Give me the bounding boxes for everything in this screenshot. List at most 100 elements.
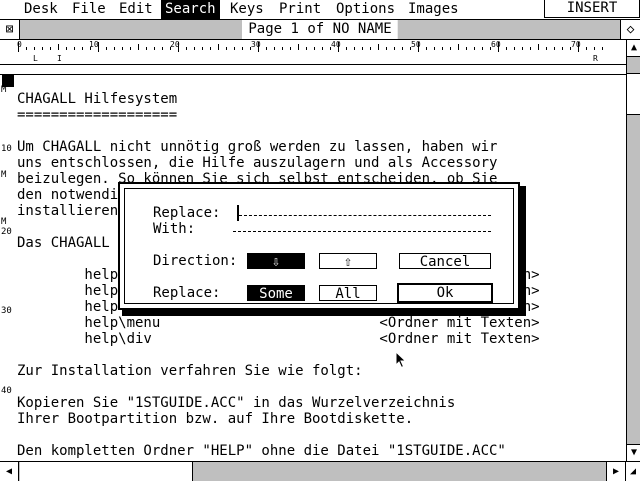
horizontal-scrollbar[interactable]: ◀ ▶ ◢	[0, 461, 640, 481]
ruler-tick	[570, 47, 571, 50]
document-line[interactable]: Ihrer Bootpartition bzw. auf Ihre Bootdi…	[17, 411, 413, 427]
menu-print[interactable]: Print	[275, 0, 325, 19]
fullscreen-icon[interactable]: ◇	[620, 20, 640, 39]
ruler-tick	[114, 47, 115, 50]
menu-images[interactable]: Images	[404, 0, 463, 19]
ruler-tick	[282, 47, 283, 50]
document-line[interactable]: help\menu <Ordner mit Texten>	[17, 315, 539, 331]
ruler-tick	[162, 47, 163, 50]
document-line[interactable]: ===================	[17, 107, 177, 123]
ruler-tick	[138, 44, 139, 50]
close-icon[interactable]: ⊠	[0, 20, 20, 39]
ruler-tick	[426, 47, 427, 50]
document-line[interactable]: Zur Installation verfahren Sie wie folgt…	[17, 363, 363, 379]
ruler-tick	[450, 47, 451, 50]
replace-input[interactable]	[239, 215, 491, 216]
ruler-tick	[178, 42, 179, 52]
mouse-pointer-icon	[395, 351, 407, 369]
ruler-tick	[442, 47, 443, 50]
menu-desk[interactable]: Desk	[20, 0, 62, 19]
replace-some-button[interactable]: Some	[247, 285, 305, 302]
ruler-tick	[498, 42, 499, 52]
menu-search[interactable]: Search	[161, 0, 220, 19]
horizontal-scroll-thumb[interactable]	[20, 462, 193, 481]
ruler-tick	[330, 47, 331, 50]
gutter-label: 20	[1, 227, 12, 237]
ruler-tick	[306, 47, 307, 50]
menu-edit[interactable]: Edit	[115, 0, 157, 19]
ruler-tick	[42, 47, 43, 50]
ruler-tick	[74, 47, 75, 50]
ruler-tick	[402, 47, 403, 50]
replace-all-button[interactable]: All	[319, 285, 377, 302]
indent-marker[interactable]: I	[57, 54, 62, 64]
ruler-tick	[578, 42, 579, 52]
ruler-tick	[562, 47, 563, 50]
document-line[interactable]: Um CHAGALL nicht unnötig groß werden zu …	[17, 139, 497, 155]
ruler-tick	[186, 47, 187, 50]
replace-label: Replace:	[153, 205, 221, 221]
ruler-divider	[0, 64, 626, 65]
menu-options[interactable]: Options	[332, 0, 399, 19]
resize-icon[interactable]: ◢	[625, 462, 640, 481]
ruler-tick	[530, 47, 531, 50]
ruler-tick	[586, 47, 587, 50]
ruler-tick	[58, 44, 59, 50]
direction-down-button[interactable]: ⇩	[247, 253, 305, 270]
ruler-tick	[322, 47, 323, 50]
ruler-tick	[354, 47, 355, 50]
document-line[interactable]: uns entschlossen, die Hilfe auszulagern …	[17, 155, 497, 171]
ruler-tick	[202, 47, 203, 50]
ruler-tick	[546, 47, 547, 50]
document-line[interactable]: Den kompletten Ordner "HELP" ohne die Da…	[17, 443, 506, 459]
ruler-tick	[522, 47, 523, 50]
ruler-tick	[170, 47, 171, 50]
ruler-tick	[210, 47, 211, 50]
ruler-tick	[554, 47, 555, 50]
ruler-tick	[602, 47, 603, 50]
ruler-tick	[50, 47, 51, 50]
arrow-left-icon[interactable]: ◀	[0, 462, 19, 481]
left-margin-marker[interactable]: L	[33, 54, 38, 64]
ruler-tick	[378, 44, 379, 50]
dialog-frame: Replace: With: Direction: ⇩ ⇧ Cancel Rep…	[124, 188, 514, 304]
ruler-tick	[122, 47, 123, 50]
vertical-scroll-thumb[interactable]	[627, 73, 640, 115]
arrow-up-icon[interactable]: ▲	[627, 40, 640, 57]
arrow-right-icon[interactable]: ▶	[606, 462, 625, 481]
ruler-number: 30	[251, 40, 261, 49]
ruler-tick	[106, 47, 107, 50]
ok-button[interactable]: Ok	[397, 283, 493, 303]
right-margin-marker[interactable]: R	[593, 54, 598, 64]
menu-file[interactable]: File	[68, 0, 110, 19]
vertical-scrollbar[interactable]: ▲ ▼	[626, 40, 640, 461]
document-line[interactable]: CHAGALL Hilfesystem	[17, 91, 177, 107]
cancel-button[interactable]: Cancel	[399, 253, 491, 270]
ruler-tick	[218, 44, 219, 50]
with-input[interactable]	[233, 231, 491, 232]
window-title: Page 1 of NO NAME	[242, 20, 398, 39]
direction-up-button[interactable]: ⇧	[319, 253, 377, 270]
ruler-number: 70	[571, 40, 581, 49]
ruler-tick	[194, 47, 195, 50]
ruler-number: 50	[411, 40, 421, 49]
ruler-tick	[90, 47, 91, 50]
ruler-tick	[298, 44, 299, 50]
gutter-label: M	[1, 85, 7, 95]
ruler-tick	[290, 47, 291, 50]
ruler-tick	[242, 47, 243, 50]
ruler-tick	[514, 47, 515, 50]
ruler-tick	[266, 47, 267, 50]
ruler-tick	[146, 47, 147, 50]
window-title-bar[interactable]: ⊠ Page 1 of NO NAME ◇	[0, 20, 640, 40]
ruler-tick	[538, 44, 539, 50]
menu-bar: Desk File Edit Search Keys Print Options…	[0, 0, 640, 20]
gutter-label: 10	[1, 144, 12, 154]
ruler-tick	[98, 42, 99, 52]
ruler[interactable]: 0 10 20 30 40 50 60 70 L I R	[0, 40, 626, 75]
arrow-down-icon[interactable]: ▼	[627, 444, 640, 461]
document-line[interactable]: Kopieren Sie "1STGUIDE.ACC" in das Wurze…	[17, 395, 455, 411]
document-line[interactable]: help\div <Ordner mit Texten>	[17, 331, 539, 347]
menu-keys[interactable]: Keys	[226, 0, 268, 19]
ruler-tick	[130, 47, 131, 50]
